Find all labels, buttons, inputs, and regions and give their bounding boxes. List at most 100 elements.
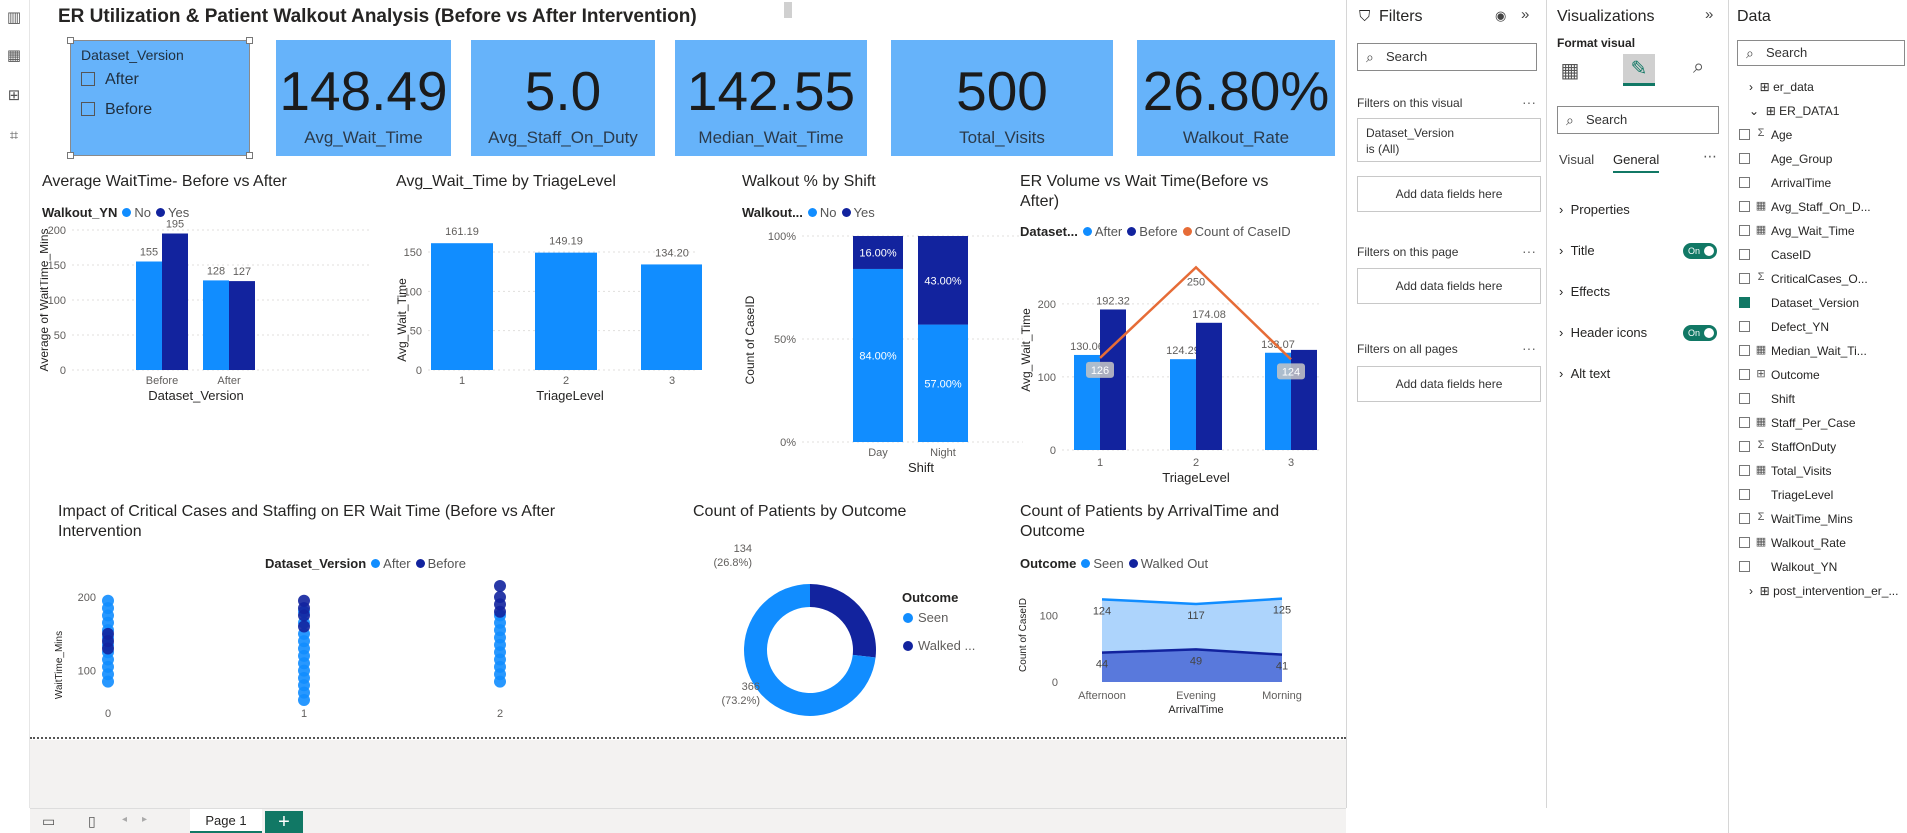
field-item[interactable]: Defect_YN (1739, 320, 1829, 334)
table-post-intervention[interactable]: › ⊞ post_intervention_er_... (1749, 584, 1898, 598)
checkbox-icon[interactable] (1739, 417, 1750, 428)
legend-item[interactable]: Yes (854, 205, 875, 220)
more-options-icon[interactable]: ⋯ (1703, 148, 1717, 165)
checkbox-icon[interactable] (1739, 321, 1750, 332)
checkbox-icon[interactable] (1739, 225, 1750, 236)
field-item[interactable]: TriageLevel (1739, 488, 1833, 502)
checkbox-icon[interactable] (81, 72, 95, 86)
checkbox-icon[interactable] (1739, 369, 1750, 380)
resize-handle[interactable] (67, 152, 74, 159)
field-item[interactable]: ▦ Median_Wait_Ti... (1739, 344, 1867, 358)
page-tab[interactable]: Page 1 (190, 809, 262, 833)
kpi-card-avg-staff[interactable]: 5.0 Avg_Staff_On_Duty (471, 40, 655, 156)
field-item[interactable]: ⊞ Outcome (1739, 368, 1820, 382)
field-item[interactable]: ▦ Staff_Per_Case (1739, 416, 1856, 430)
add-data-fields-all[interactable]: Add data fields here (1357, 366, 1541, 402)
table-view-icon[interactable]: ▦ (4, 46, 24, 66)
checkbox-icon[interactable] (1739, 345, 1750, 356)
collapse-pane-icon[interactable]: » (1705, 6, 1713, 23)
kpi-card-median-wait-time[interactable]: 142.55 Median_Wait_Time (675, 40, 867, 156)
field-item[interactable]: ArrivalTime (1739, 176, 1831, 190)
checkbox-icon[interactable] (1739, 393, 1750, 404)
build-visual-icon[interactable]: ▦ (1557, 58, 1583, 84)
chevron-right-icon[interactable]: ▸ (142, 814, 147, 825)
model-view-icon[interactable]: ⊞ (4, 86, 24, 106)
field-item[interactable]: Σ Age (1739, 127, 1792, 142)
checkbox-icon[interactable] (1739, 129, 1750, 140)
checkbox-icon[interactable] (1739, 561, 1750, 572)
kpi-card-walkout-rate[interactable]: 26.80% Walkout_Rate (1137, 40, 1335, 156)
field-item[interactable]: Dataset_Version (1739, 296, 1859, 310)
field-item[interactable]: ▦ Avg_Wait_Time (1739, 224, 1855, 238)
section-alt-text[interactable]: › Alt text (1559, 366, 1610, 381)
legend-item[interactable]: No (820, 205, 837, 220)
chart-patients-by-outcome[interactable]: 134 (26.8%) 366 (73.2%) Outcome Seen Walked ..… (690, 530, 1000, 720)
chart-average-waittime[interactable]: 050100150200155195Before128 127AfterDatas… (40, 220, 380, 490)
section-title[interactable]: › Title On (1559, 243, 1717, 259)
filters-search-input[interactable]: ⌕ Search (1357, 43, 1537, 71)
analytics-icon[interactable]: ⌕ (1693, 56, 1704, 79)
add-data-fields-visual[interactable]: Add data fields here (1357, 176, 1541, 212)
add-data-fields-page[interactable]: Add data fields here (1357, 268, 1541, 304)
section-effects[interactable]: › Effects (1559, 284, 1610, 299)
legend-item[interactable]: No (134, 205, 151, 220)
legend-item[interactable]: Yes (168, 205, 189, 220)
field-item[interactable]: Walkout_YN (1739, 560, 1837, 574)
field-item[interactable]: Σ StaffOnDuty (1739, 439, 1836, 454)
checkbox-icon[interactable] (1739, 249, 1750, 260)
legend-item[interactable]: After (1095, 224, 1122, 239)
chart-critical-cases-scatter[interactable]: 1002000123CriticalCases_OnShiftWaitTime_… (52, 575, 672, 720)
section-properties[interactable]: › Properties (1559, 202, 1630, 217)
checkbox-icon[interactable] (1739, 441, 1750, 452)
table-er-data[interactable]: › ⊞ er_data (1749, 80, 1814, 94)
checkbox-icon[interactable] (1739, 273, 1750, 284)
more-options-icon[interactable]: ··· (1522, 94, 1536, 110)
report-view-icon[interactable]: ▥ (4, 8, 24, 28)
checkbox-icon[interactable] (1739, 201, 1750, 212)
dax-query-icon[interactable]: ⌗ (4, 126, 24, 146)
format-visual-icon[interactable]: ✎ (1623, 54, 1655, 86)
legend-item[interactable]: Before (428, 556, 466, 571)
field-item[interactable]: Σ WaitTime_Mins (1739, 511, 1853, 526)
desktop-layout-icon[interactable]: ▭ (42, 813, 55, 830)
checkbox-icon[interactable] (1739, 513, 1750, 524)
scroll-handle[interactable] (784, 2, 792, 18)
data-search-input[interactable]: ⌕ Search (1737, 40, 1905, 66)
checkbox-icon[interactable] (1739, 465, 1750, 476)
field-item[interactable]: CaseID (1739, 248, 1811, 262)
mobile-layout-icon[interactable]: ▯ (88, 813, 96, 830)
filter-card-dataset-version[interactable]: Dataset_Version is (All) (1357, 118, 1541, 162)
collapse-pane-icon[interactable]: » (1521, 6, 1529, 23)
legend-item[interactable]: Count of CaseID (1195, 224, 1291, 239)
chart-wait-by-triage[interactable]: 050100150161.191149.192134.203TriageLeve… (392, 200, 702, 490)
legend-item[interactable]: Seen (1093, 556, 1123, 571)
resize-handle[interactable] (67, 37, 74, 44)
header-icons-toggle[interactable]: On (1683, 325, 1717, 341)
resize-handle[interactable] (246, 152, 253, 159)
field-item[interactable]: ▦ Avg_Staff_On_D... (1739, 200, 1871, 214)
checkbox-icon[interactable] (1739, 537, 1750, 548)
field-item[interactable]: Σ CriticalCases_O... (1739, 271, 1868, 286)
title-toggle[interactable]: On (1683, 243, 1717, 259)
legend-item[interactable]: Before (1139, 224, 1177, 239)
eye-icon[interactable]: ◉ (1495, 8, 1506, 24)
field-item[interactable]: ▦ Total_Visits (1739, 464, 1831, 478)
resize-handle[interactable] (246, 37, 253, 44)
checkbox-icon[interactable] (81, 102, 95, 116)
checkbox-icon[interactable] (1739, 297, 1750, 308)
chart-walkout-by-shift[interactable]: 0% 50% 100% 84.00% 16.00% Day 57.00% 43.00% Nigh… (738, 220, 1028, 485)
viz-search-input[interactable]: ⌕ Search (1557, 106, 1719, 134)
checkbox-icon[interactable] (1739, 153, 1750, 164)
tab-visual[interactable]: Visual (1559, 152, 1594, 167)
chart-arrival-time-area[interactable]: 0 100 124 117 125 44 49 41 Afternoon Evening Morni… (1016, 575, 1336, 720)
chart-er-volume-vs-wait[interactable]: 0 100 200 130.06 192.32 1 124.29 174.08 2 133.07 3… (1016, 240, 1336, 490)
chevron-left-icon[interactable]: ◂ (122, 814, 127, 825)
more-options-icon[interactable]: ··· (1522, 243, 1536, 259)
more-options-icon[interactable]: ··· (1522, 340, 1536, 356)
checkbox-icon[interactable] (1739, 489, 1750, 500)
section-header-icons[interactable]: › Header icons On (1559, 325, 1717, 341)
kpi-card-total-visits[interactable]: 500 Total_Visits (891, 40, 1113, 156)
slicer-option-before[interactable]: Before (81, 101, 152, 119)
field-item[interactable]: ▦ Walkout_Rate (1739, 536, 1846, 550)
add-page-button[interactable]: + (265, 811, 303, 833)
